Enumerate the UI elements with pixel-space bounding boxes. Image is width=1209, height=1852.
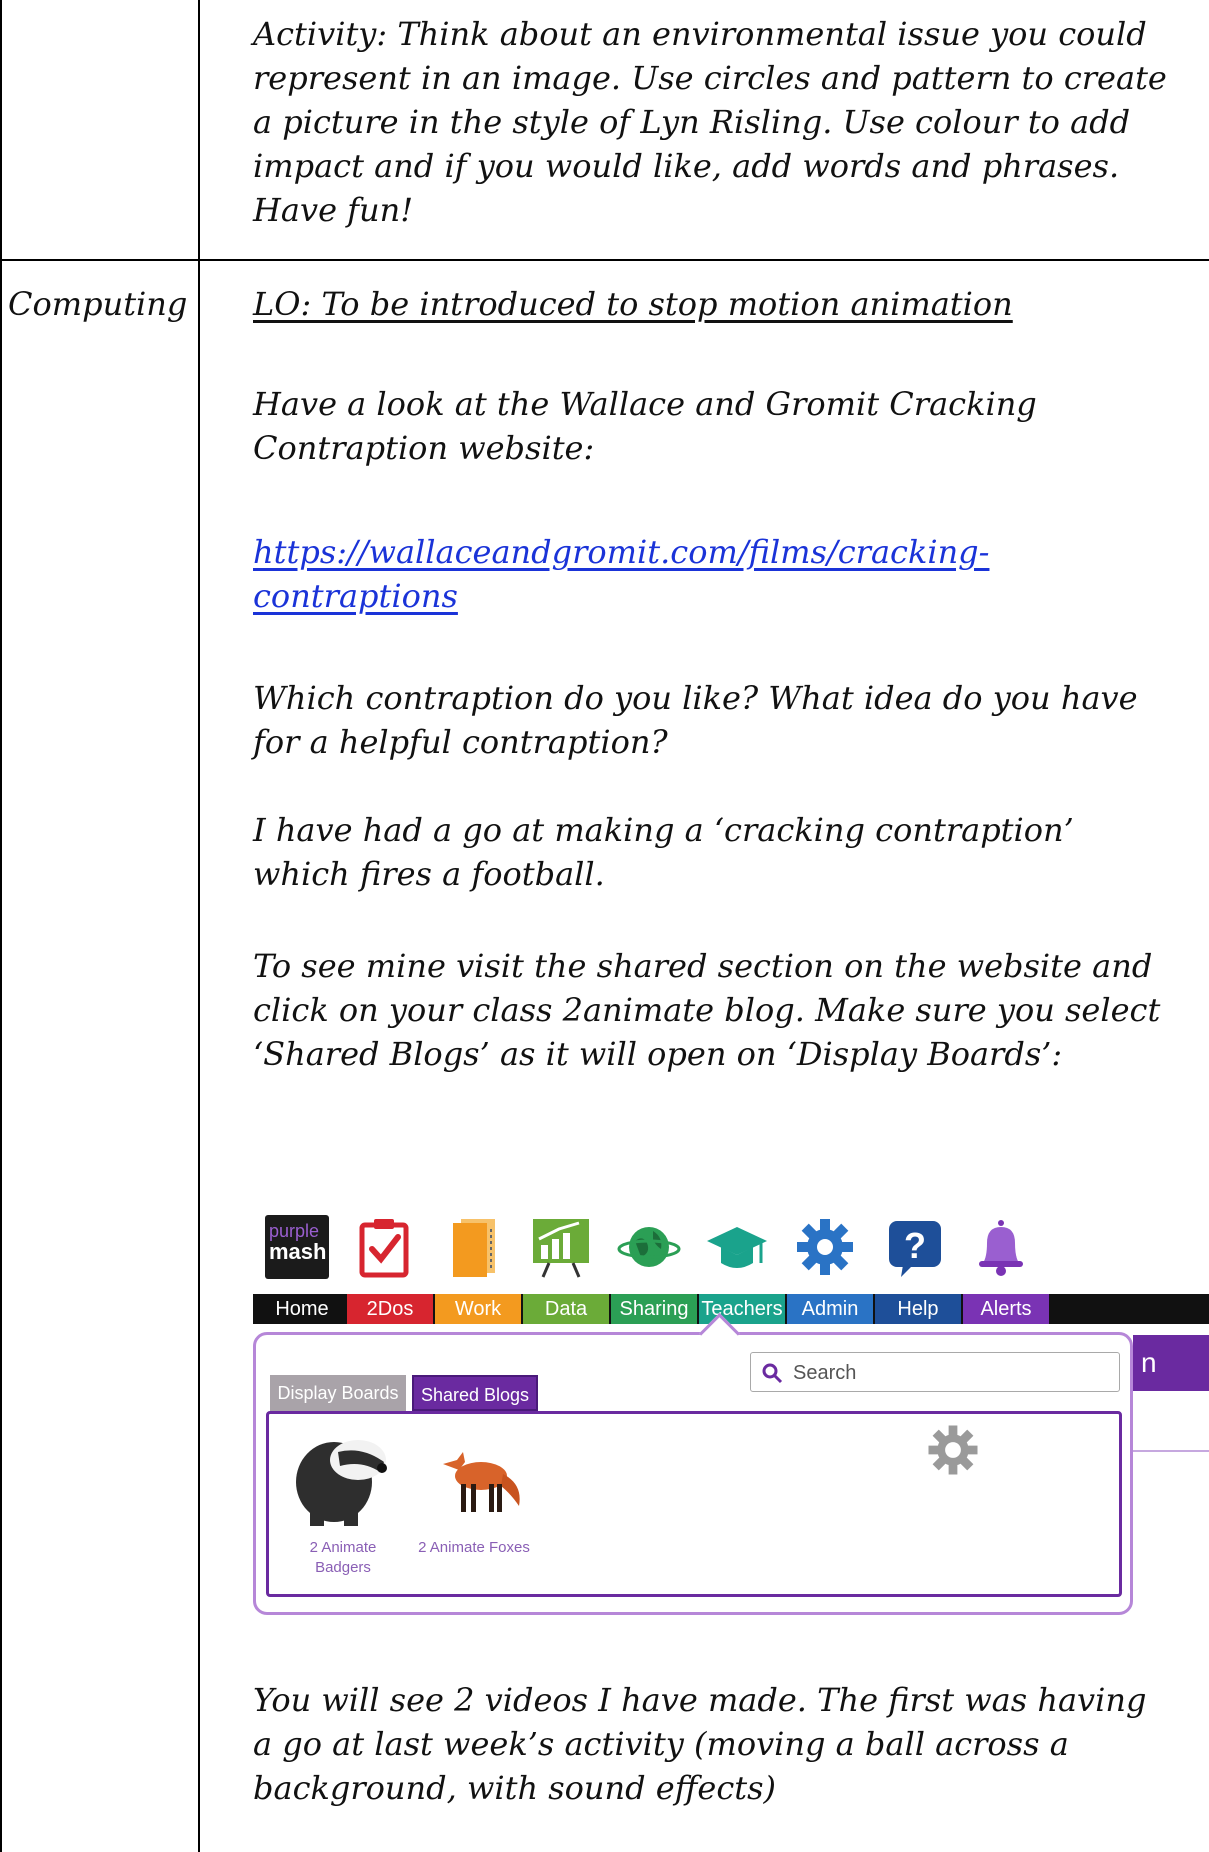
nav-tab-sharing[interactable]: Sharing — [611, 1294, 697, 1324]
instruction-paragraph-4: To see mine visit the shared section on … — [253, 947, 1161, 1073]
nav-tab-work[interactable]: Work — [435, 1294, 521, 1324]
fox-image — [443, 1452, 520, 1514]
globe-icon[interactable] — [617, 1215, 681, 1279]
instruction-paragraph-5: You will see 2 videos I have made. The f… — [253, 1681, 1147, 1807]
tab-shared-blogs[interactable]: Shared Blogs — [412, 1375, 538, 1411]
clipboard-check-icon[interactable] — [352, 1215, 416, 1279]
learning-objective: LO: To be introduced to stop motion anim… — [253, 285, 1013, 323]
badger-image — [296, 1440, 387, 1526]
instruction-paragraph-1: Have a look at the Wallace and Gromit Cr… — [253, 385, 1037, 467]
document-page: Activity: Think about an environmental i… — [0, 0, 1209, 1852]
instruction-paragraph-2: Which contraption do you like? What idea… — [253, 679, 1138, 761]
website-link[interactable]: https://wallaceandgromit.com/films/crack… — [253, 530, 1113, 618]
nav-tab-admin[interactable]: Admin — [787, 1294, 873, 1324]
search-input[interactable]: Search — [750, 1352, 1120, 1392]
purple-mash-logo[interactable]: purple mash — [265, 1215, 329, 1279]
graduation-cap-icon[interactable] — [705, 1215, 769, 1279]
bell-icon[interactable] — [969, 1215, 1033, 1279]
chart-icon[interactable] — [529, 1215, 593, 1279]
folder-icon[interactable] — [439, 1215, 503, 1279]
nav-tab-alerts[interactable]: Alerts — [963, 1294, 1049, 1324]
shared-blogs-panel: 2 Animate Badgers 2 Animate Foxes — [266, 1411, 1122, 1597]
sharing-popup: Display Boards Shared Blogs Search 2 Ani… — [253, 1332, 1133, 1615]
table-column-divider — [198, 0, 200, 1852]
nav-tab-help[interactable]: Help — [875, 1294, 961, 1324]
purple-mash-screenshot: purple mash ? Home 2Dos Work Data Sharin… — [253, 1205, 1209, 1635]
blog-caption-foxes[interactable]: 2 Animate Foxes — [409, 1538, 539, 1558]
search-placeholder: Search — [793, 1362, 857, 1384]
table-row-divider — [0, 259, 1209, 261]
nav-tab-data[interactable]: Data — [523, 1294, 609, 1324]
help-icon[interactable]: ? — [883, 1215, 947, 1279]
search-icon — [762, 1363, 783, 1384]
settings-gear-icon[interactable] — [925, 1422, 981, 1478]
art-activity-text: Activity: Think about an environmental i… — [253, 15, 1167, 229]
background-page-title-fragment: n — [1133, 1335, 1209, 1391]
logo-text-purple: purple — [269, 1221, 320, 1241]
gear-icon[interactable] — [793, 1215, 857, 1279]
nav-tab-home[interactable]: Home — [259, 1294, 345, 1324]
logo-text-mash: mash — [269, 1239, 327, 1264]
blog-item-foxes[interactable]: 2 Animate Foxes — [409, 1420, 539, 1590]
table-left-border — [0, 0, 2, 1852]
tab-display-boards[interactable]: Display Boards — [270, 1375, 406, 1411]
background-page-divider — [1133, 1450, 1209, 1452]
blog-caption-badgers[interactable]: 2 Animate Badgers — [283, 1538, 403, 1578]
subject-label-computing: Computing — [8, 285, 188, 323]
blog-item-badgers[interactable]: 2 Animate Badgers — [283, 1420, 403, 1590]
nav-tab-2dos[interactable]: 2Dos — [347, 1294, 433, 1324]
website-link-text[interactable]: https://wallaceandgromit.com/films/crack… — [253, 533, 989, 615]
instruction-paragraph-3: I have had a go at making a ‘cracking co… — [253, 811, 1074, 893]
svg-text:?: ? — [904, 1225, 926, 1266]
